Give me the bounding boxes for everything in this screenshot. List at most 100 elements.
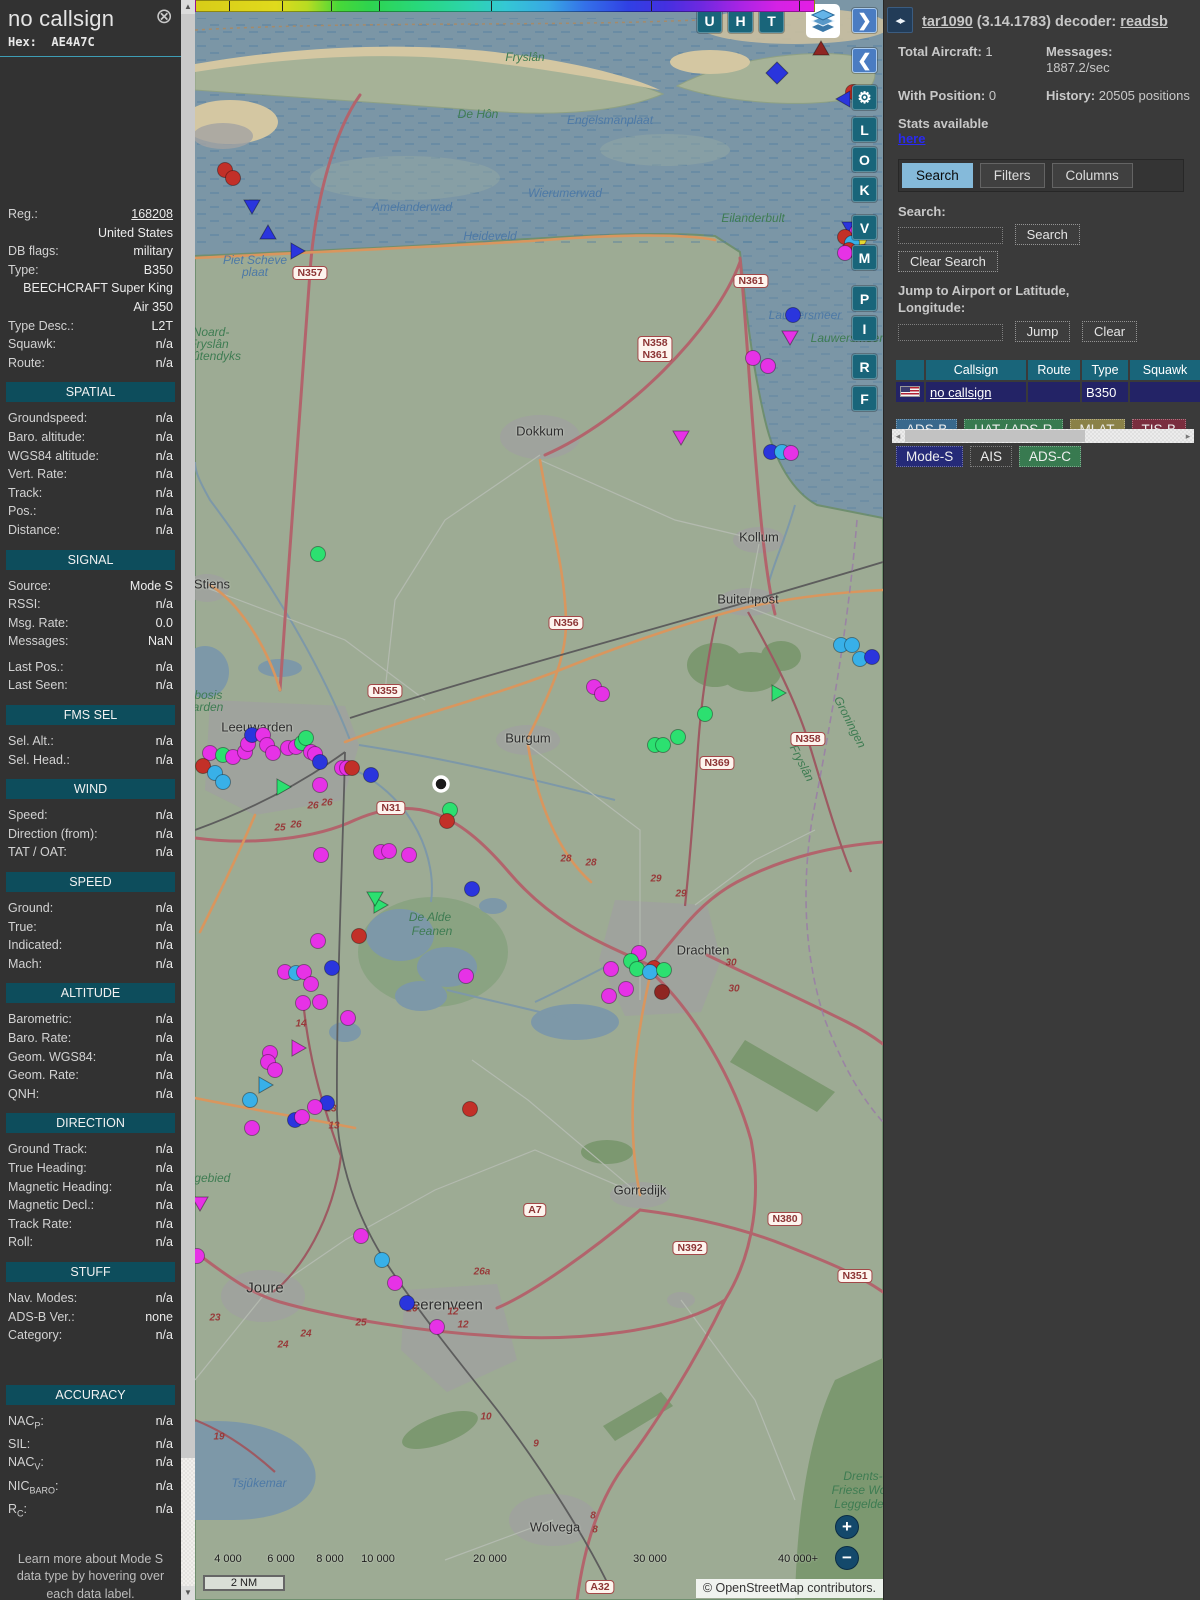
aircraft-marker[interactable] <box>765 61 789 85</box>
aircraft-marker[interactable] <box>353 1228 369 1244</box>
filter-ais-button[interactable]: AIS <box>970 446 1013 467</box>
collapse-sidebar-button[interactable]: ❮ <box>852 48 877 73</box>
aircraft-marker[interactable] <box>771 684 788 702</box>
filter-mode-s-button[interactable]: Mode-S <box>896 446 964 467</box>
aircraft-marker[interactable] <box>837 245 853 261</box>
filter-ads-c-button[interactable]: ADS-C <box>1019 446 1082 467</box>
tp-cell[interactable]: B350 <box>1082 382 1128 402</box>
aircraft-marker[interactable] <box>655 737 671 753</box>
sidebar-scrollbar-thumb[interactable] <box>181 14 195 1458</box>
sidebar-scrollbar[interactable]: ▲ ▼ <box>181 0 195 1600</box>
readsb-link[interactable]: readsb <box>1120 14 1168 30</box>
panel-collapse-button[interactable]: ◂▸ <box>887 7 913 33</box>
aircraft-marker[interactable] <box>783 445 799 461</box>
aircraft-marker[interactable] <box>351 928 367 944</box>
aircraft-marker[interactable] <box>654 984 670 1000</box>
map-toggle-m-button[interactable]: M <box>852 245 877 270</box>
aircraft-marker[interactable] <box>374 1252 390 1268</box>
aircraft-table-row[interactable]: no callsignB350? <box>896 382 1200 402</box>
aircraft-marker[interactable] <box>844 637 860 653</box>
aircraft-marker[interactable] <box>670 729 686 745</box>
column-header[interactable]: Route <box>1028 360 1080 380</box>
tab-search[interactable]: Search <box>902 163 973 188</box>
aircraft-marker[interactable] <box>243 199 261 216</box>
jump-button[interactable]: Jump <box>1014 321 1071 342</box>
aircraft-marker[interactable] <box>303 976 319 992</box>
expand-sidebar-button[interactable]: ❯ <box>852 8 877 33</box>
aircraft-marker[interactable] <box>672 430 690 447</box>
aircraft-marker[interactable] <box>458 968 474 984</box>
scrollbar-up-icon[interactable]: ▲ <box>181 0 195 14</box>
aircraft-marker[interactable] <box>225 170 241 186</box>
jump-input[interactable] <box>898 324 1003 342</box>
aircraft-marker[interactable] <box>656 962 672 978</box>
column-header[interactable]: Type <box>1082 360 1128 380</box>
table-horizontal-scrollbar[interactable]: ◂ ▸ <box>892 429 1194 443</box>
map-toggle-l-button[interactable]: L <box>852 117 877 142</box>
map-toggle-v-button[interactable]: V <box>852 215 877 240</box>
map-toggle-f-button[interactable]: F <box>852 386 877 411</box>
zoom-in-button[interactable]: + <box>835 1515 859 1539</box>
aircraft-marker[interactable] <box>594 686 610 702</box>
aircraft-marker[interactable] <box>291 1039 308 1057</box>
settings-button[interactable]: ⚙ <box>852 85 877 110</box>
aircraft-marker[interactable] <box>324 960 340 976</box>
clear-search-button[interactable]: Clear Search <box>898 251 998 272</box>
aircraft-marker[interactable] <box>399 1295 415 1311</box>
sq-cell[interactable] <box>1130 382 1200 402</box>
rt-cell[interactable] <box>1028 382 1080 402</box>
aircraft-marker[interactable] <box>864 649 880 665</box>
aircraft-marker[interactable] <box>258 1076 275 1094</box>
tar1090-link[interactable]: tar1090 <box>922 14 973 30</box>
aircraft-marker[interactable] <box>429 1319 445 1335</box>
aircraft-marker[interactable] <box>340 1010 356 1026</box>
stats-here-link[interactable]: here <box>898 131 925 146</box>
column-header[interactable]: Callsign <box>926 360 1026 380</box>
aircraft-marker[interactable] <box>267 1062 283 1078</box>
aircraft-marker[interactable] <box>432 775 450 793</box>
jump-clear-button[interactable]: Clear <box>1082 321 1138 342</box>
aircraft-marker[interactable] <box>298 730 314 746</box>
cs-cell[interactable]: no callsign <box>926 382 1026 402</box>
aircraft-marker[interactable] <box>785 307 801 323</box>
aircraft-marker[interactable] <box>781 330 799 347</box>
aircraft-marker[interactable] <box>313 847 329 863</box>
aircraft-marker[interactable] <box>307 1099 323 1115</box>
aircraft-marker[interactable] <box>195 1196 209 1213</box>
scroll-right-icon[interactable]: ▸ <box>1182 429 1194 443</box>
aircraft-marker[interactable] <box>834 90 851 108</box>
flag-cell[interactable] <box>896 382 924 402</box>
aircraft-marker[interactable] <box>294 1109 310 1125</box>
zoom-out-button[interactable]: − <box>835 1546 859 1570</box>
search-input[interactable] <box>898 227 1003 245</box>
close-icon[interactable]: ⊗ <box>155 6 173 28</box>
aircraft-marker[interactable] <box>295 995 311 1011</box>
map-toggle-r-button[interactable]: R <box>852 354 877 379</box>
map-toggle-i-button[interactable]: I <box>852 316 877 341</box>
aircraft-marker[interactable] <box>276 778 293 796</box>
aircraft-marker[interactable] <box>215 774 231 790</box>
registration-link[interactable]: 168208 <box>44 205 173 224</box>
tab-filters[interactable]: Filters <box>979 163 1045 188</box>
aircraft-marker[interactable] <box>259 223 277 240</box>
aircraft-marker[interactable] <box>242 1092 258 1108</box>
map-toggle-p-button[interactable]: P <box>852 286 877 311</box>
aircraft-marker[interactable] <box>265 745 281 761</box>
map-toggle-o-button[interactable]: O <box>852 147 877 172</box>
aircraft-marker[interactable] <box>745 350 761 366</box>
map[interactable]: Stiens Dokkum Kollum Buitenpost Burgum Leeuwa… <box>195 0 883 1600</box>
aircraft-marker[interactable] <box>812 39 830 56</box>
aircraft-marker[interactable] <box>464 881 480 897</box>
aircraft-marker[interactable] <box>381 843 397 859</box>
table-scrollbar-thumb[interactable] <box>905 430 1085 442</box>
aircraft-marker[interactable] <box>642 964 658 980</box>
aircraft-marker[interactable] <box>760 358 776 374</box>
aircraft-marker[interactable] <box>603 961 619 977</box>
aircraft-marker[interactable] <box>629 961 645 977</box>
aircraft-marker[interactable] <box>601 988 617 1004</box>
aircraft-marker[interactable] <box>312 754 328 770</box>
map-toggle-k-button[interactable]: K <box>852 177 877 202</box>
aircraft-marker[interactable] <box>312 777 328 793</box>
aircraft-marker[interactable] <box>387 1275 403 1291</box>
aircraft-marker[interactable] <box>462 1101 478 1117</box>
